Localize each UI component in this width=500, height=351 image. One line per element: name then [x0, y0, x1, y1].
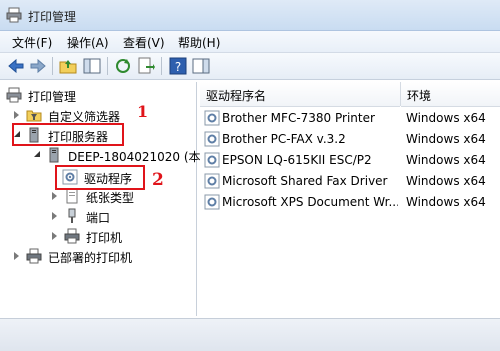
driver-icon — [204, 194, 220, 210]
driver-environment: Windows x64 — [406, 153, 486, 167]
toolbar-separator — [107, 57, 108, 75]
toolbar-separator — [52, 57, 53, 75]
status-bar — [0, 318, 500, 351]
tree-label: 端口 — [86, 211, 111, 225]
column-header-environment[interactable]: 环境 — [401, 82, 500, 107]
highlight-box-drivers — [55, 165, 145, 190]
driver-environment: Windows x64 — [406, 111, 486, 125]
expand-arrow-icon[interactable] — [52, 192, 57, 200]
show-hide-tree-icon[interactable] — [82, 56, 102, 76]
filter-folder-icon — [26, 110, 42, 122]
driver-name: EPSON LQ-615KII ESC/P2 — [222, 153, 372, 167]
back-arrow-icon[interactable] — [6, 56, 26, 76]
toolbar: ? — [0, 53, 500, 80]
title-bar: 打印管理 — [0, 0, 500, 31]
column-header-label: 驱动程序名 — [206, 89, 267, 103]
paper-icon — [66, 188, 78, 204]
up-folder-icon[interactable] — [58, 56, 78, 76]
collapse-arrow-icon[interactable] — [34, 151, 40, 157]
refresh-icon[interactable] — [113, 56, 133, 76]
menu-action[interactable]: 操作(A) — [67, 34, 109, 51]
driver-name: Microsoft Shared Fax Driver — [222, 174, 388, 188]
expand-arrow-icon[interactable] — [14, 252, 19, 260]
tree-pane: 打印管理 自定义筛选器 打印服务器 DEEP-1804021020 (本 驱动程… — [0, 82, 201, 316]
show-hide-action-icon[interactable] — [191, 56, 211, 76]
tree-label: 已部署的打印机 — [48, 251, 133, 265]
menu-file[interactable]: 文件(F) — [12, 34, 52, 51]
driver-icon — [204, 173, 220, 189]
port-icon — [68, 208, 76, 223]
driver-name: Brother MFC-7380 Printer — [222, 111, 375, 125]
printer-icon — [26, 248, 42, 264]
expand-arrow-icon[interactable] — [14, 111, 19, 119]
driver-name: Brother PC-FAX v.3.2 — [222, 132, 346, 146]
driver-icon — [204, 152, 220, 168]
toolbar-separator — [161, 57, 162, 75]
tree-label: 纸张类型 — [86, 191, 135, 205]
tree-label: 打印机 — [86, 231, 123, 245]
svg-text:?: ? — [175, 60, 181, 74]
driver-icon — [204, 131, 220, 147]
menu-view[interactable]: 查看(V) — [123, 34, 165, 51]
table-row[interactable]: EPSON LQ-615KII ESC/P2 Windows x64 — [200, 150, 500, 171]
window-title: 打印管理 — [28, 10, 77, 24]
table-row[interactable]: Brother MFC-7380 Printer Windows x64 — [200, 108, 500, 129]
driver-name: Microsoft XPS Document Wr... — [222, 195, 398, 209]
driver-list-pane: 驱动程序名 环境 Brother MFC-7380 Printer Window… — [200, 82, 500, 316]
tree-label: 打印管理 — [28, 90, 77, 104]
driver-environment: Windows x64 — [406, 132, 486, 146]
annotation-mark-2: 2 — [152, 170, 164, 190]
driver-environment: Windows x64 — [406, 174, 486, 188]
table-row[interactable]: Microsoft XPS Document Wr... Windows x64 — [200, 192, 500, 213]
expand-arrow-icon[interactable] — [52, 212, 57, 220]
export-list-icon[interactable] — [136, 56, 156, 76]
driver-environment: Windows x64 — [406, 195, 486, 209]
expand-arrow-icon[interactable] — [52, 232, 57, 240]
tree-label: DEEP-1804021020 (本 — [68, 150, 201, 164]
help-icon[interactable]: ? — [168, 56, 188, 76]
table-row[interactable]: Microsoft Shared Fax Driver Windows x64 — [200, 171, 500, 192]
table-row[interactable]: Brother PC-FAX v.3.2 Windows x64 — [200, 129, 500, 150]
highlight-box-print-servers — [12, 123, 124, 146]
print-management-icon — [6, 87, 22, 103]
menu-bar: 文件(F) 操作(A) 查看(V) 帮助(H) — [0, 31, 500, 53]
print-management-icon — [6, 7, 22, 23]
column-header-driver-name[interactable]: 驱动程序名 — [200, 82, 400, 107]
driver-icon — [204, 110, 220, 126]
annotation-mark-1: 1 — [137, 102, 149, 121]
column-header-label: 环境 — [407, 89, 432, 103]
forward-arrow-icon[interactable] — [28, 56, 48, 76]
server-icon — [49, 147, 59, 163]
printer-icon — [64, 228, 80, 244]
menu-help[interactable]: 帮助(H) — [178, 34, 220, 51]
